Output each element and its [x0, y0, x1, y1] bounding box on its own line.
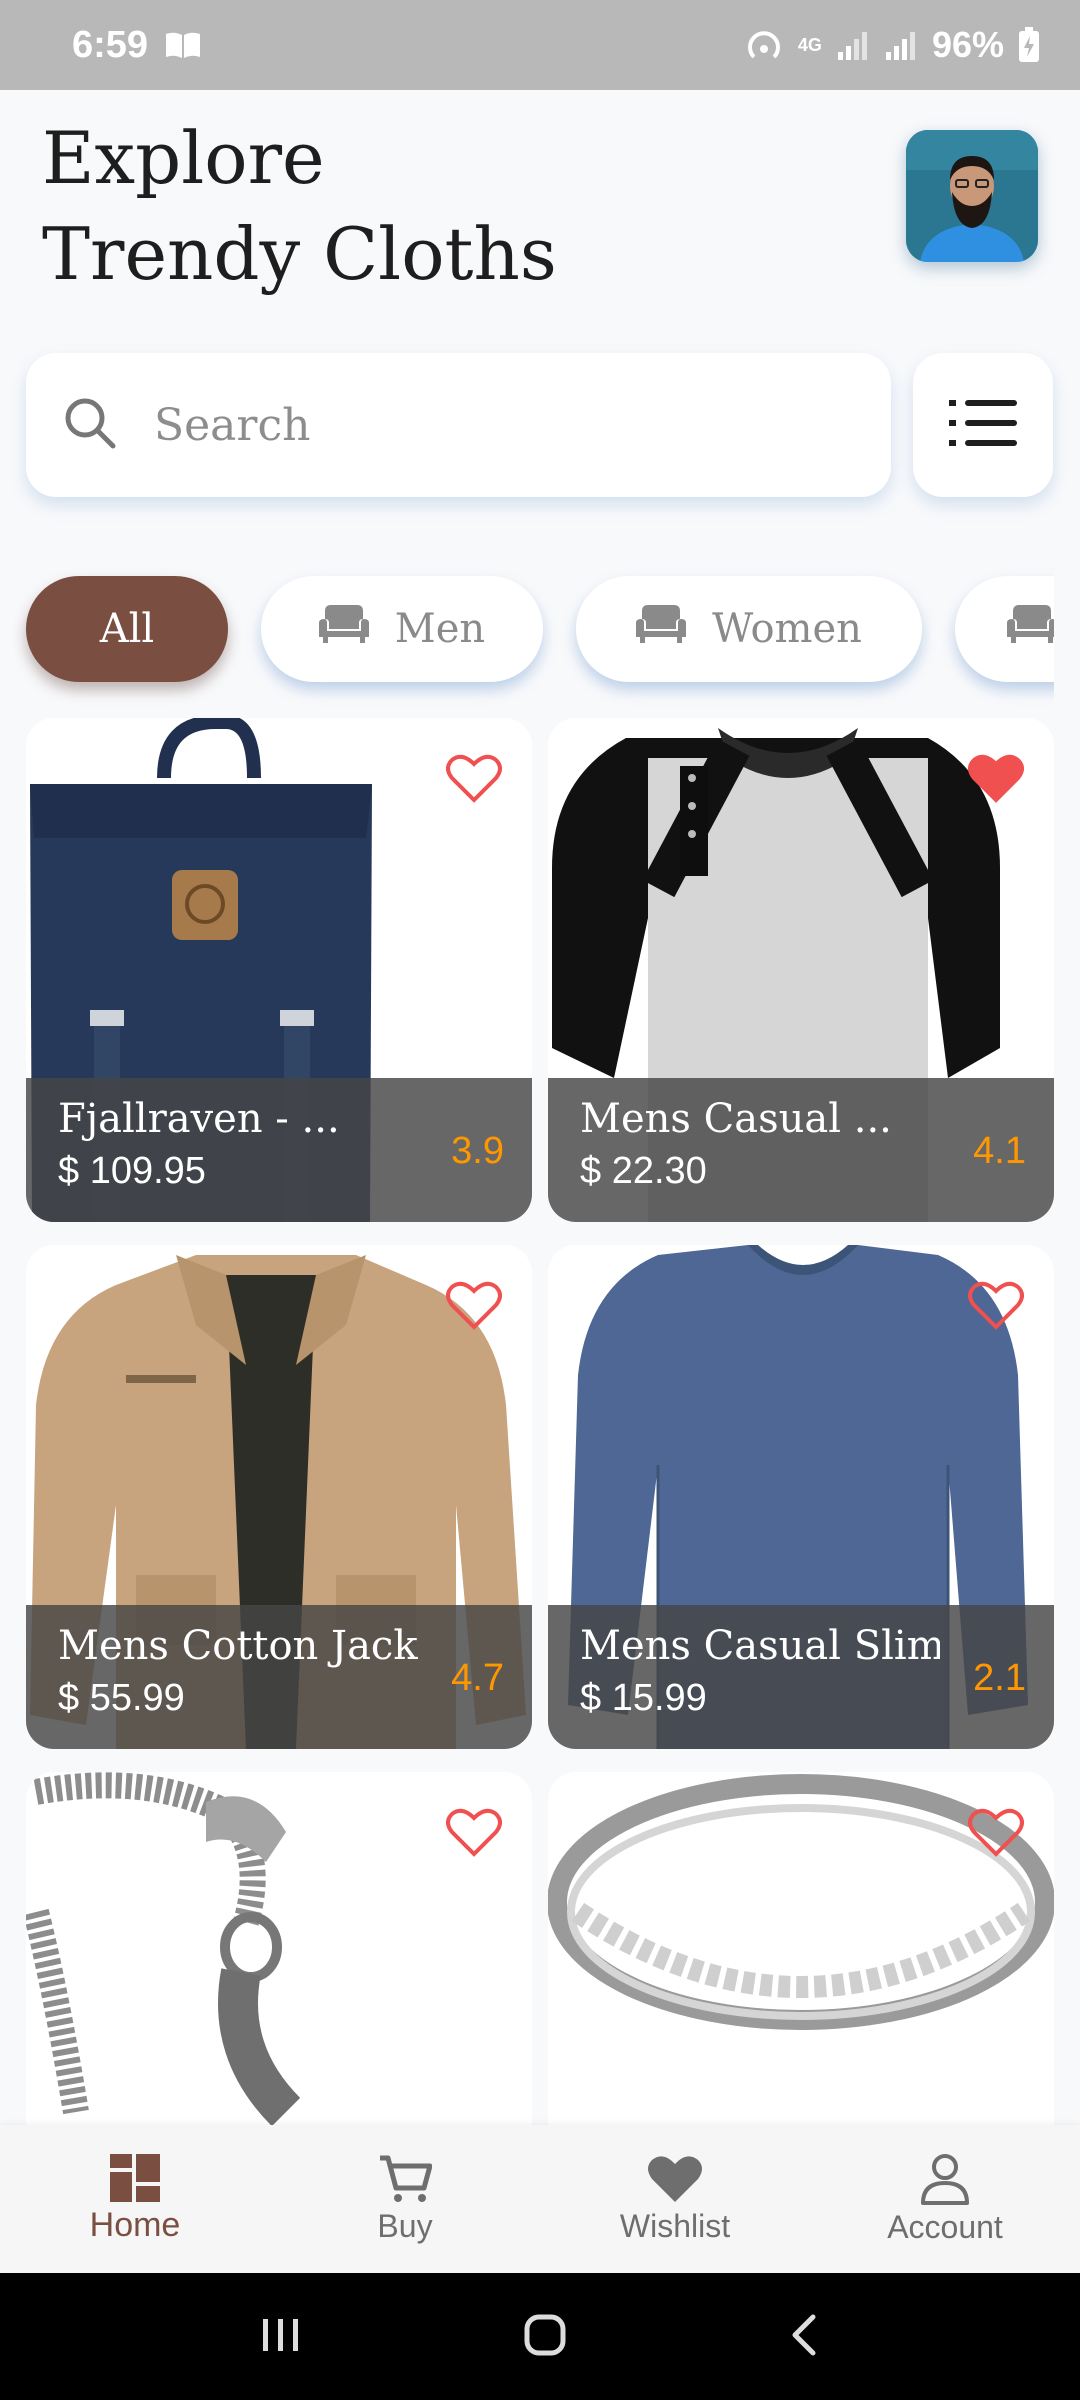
recent-apps-icon[interactable]: [261, 2315, 301, 2359]
cart-icon: [380, 2155, 432, 2202]
title-line-2: Trendy Cloths: [42, 212, 557, 296]
product-rating: 2.1: [973, 1657, 1026, 1699]
product-price: $ 15.99: [580, 1677, 707, 1719]
filter-button[interactable]: [913, 353, 1053, 497]
category-chip-men[interactable]: Men: [261, 576, 543, 682]
product-info-overlay: Mens Cotton Jacket $ 55.99 4.7: [26, 1605, 532, 1749]
signal-icon: [836, 28, 870, 62]
network-type-label: 4G: [797, 35, 822, 55]
nav-label: Wishlist: [619, 2207, 731, 2244]
favorite-heart-icon[interactable]: [446, 754, 502, 804]
signal-icon-2: [884, 28, 918, 62]
product-price: $ 55.99: [58, 1677, 185, 1719]
person-icon: [921, 2153, 969, 2205]
page-title: Explore Trendy Cloths: [42, 110, 557, 302]
grid-icon: [110, 2153, 160, 2202]
product-card[interactable]: [548, 1772, 1054, 2125]
search-input[interactable]: [154, 399, 854, 451]
sofa-icon: [318, 605, 369, 653]
category-label: All: [99, 606, 155, 652]
title-line-1: Explore: [42, 116, 325, 200]
nav-label: Home: [89, 2205, 181, 2244]
bottom-navigation: Home Buy Wishlist Account: [0, 2125, 1080, 2273]
product-rating: 4.1: [973, 1130, 1026, 1172]
category-tabs: All Men Women: [0, 560, 1054, 710]
network-type-icon: 4G: [798, 36, 822, 54]
product-card[interactable]: [26, 1772, 532, 2125]
category-label: Women: [712, 606, 862, 652]
product-name: Fjallraven - ...: [58, 1096, 340, 1142]
heart-icon: [648, 2155, 702, 2202]
product-rating: 3.9: [451, 1130, 504, 1172]
home-icon[interactable]: [523, 2313, 567, 2361]
favorite-heart-icon[interactable]: [446, 1281, 502, 1331]
product-price: $ 109.95: [58, 1150, 206, 1192]
product-grid: Fjallraven - ... $ 109.95 3.9 Mens Casua…: [26, 718, 1054, 2125]
sofa-icon: [1007, 605, 1054, 653]
favorite-heart-icon[interactable]: [968, 1281, 1024, 1331]
product-card[interactable]: Fjallraven - ... $ 109.95 3.9: [26, 718, 532, 1222]
favorite-heart-icon[interactable]: [968, 1808, 1024, 1858]
category-label: Men: [394, 606, 486, 652]
hotspot-icon: [744, 25, 784, 65]
product-info-overlay: Fjallraven - ... $ 109.95 3.9: [26, 1078, 532, 1222]
nav-item-account[interactable]: Account: [810, 2125, 1080, 2273]
book-icon: [164, 30, 202, 60]
product-card[interactable]: Mens Cotton Jacket $ 55.99 4.7: [26, 1245, 532, 1749]
favorite-heart-icon[interactable]: [968, 754, 1024, 804]
avatar[interactable]: [906, 130, 1038, 262]
product-price: $ 22.30: [580, 1150, 707, 1192]
product-name: Mens Casual Slim...: [580, 1623, 940, 1669]
product-rating: 4.7: [451, 1657, 504, 1699]
favorite-heart-icon[interactable]: [446, 1808, 502, 1858]
status-time: 6:59: [72, 23, 149, 66]
search-bar[interactable]: [26, 353, 891, 497]
nav-item-wishlist[interactable]: Wishlist: [540, 2125, 810, 2273]
category-chip-women[interactable]: Women: [576, 576, 922, 682]
product-card[interactable]: Mens Casual ... $ 22.30 4.1: [548, 718, 1054, 1222]
product-card[interactable]: Mens Casual Slim... $ 15.99 2.1: [548, 1245, 1054, 1749]
category-chip-all[interactable]: All: [26, 576, 228, 682]
category-chip-partial[interactable]: [955, 576, 1054, 682]
sofa-icon: [636, 605, 687, 653]
battery-percent: 96%: [931, 24, 1004, 65]
list-filter-icon: [949, 398, 1017, 452]
search-icon: [62, 395, 118, 455]
nav-item-home[interactable]: Home: [0, 2125, 270, 2273]
nav-label: Account: [887, 2208, 1003, 2245]
product-name: Mens Casual ...: [580, 1096, 892, 1142]
back-icon[interactable]: [789, 2313, 819, 2361]
nav-item-buy[interactable]: Buy: [270, 2125, 540, 2273]
nav-label: Buy: [377, 2207, 433, 2244]
product-name: Mens Cotton Jacket: [58, 1623, 418, 1669]
battery-charging-icon: [1018, 27, 1040, 63]
system-navigation-bar: [0, 2273, 1080, 2400]
status-bar: 6:59 4G 96%: [0, 0, 1080, 90]
product-info-overlay: Mens Casual ... $ 22.30 4.1: [548, 1078, 1054, 1222]
product-info-overlay: Mens Casual Slim... $ 15.99 2.1: [548, 1605, 1054, 1749]
